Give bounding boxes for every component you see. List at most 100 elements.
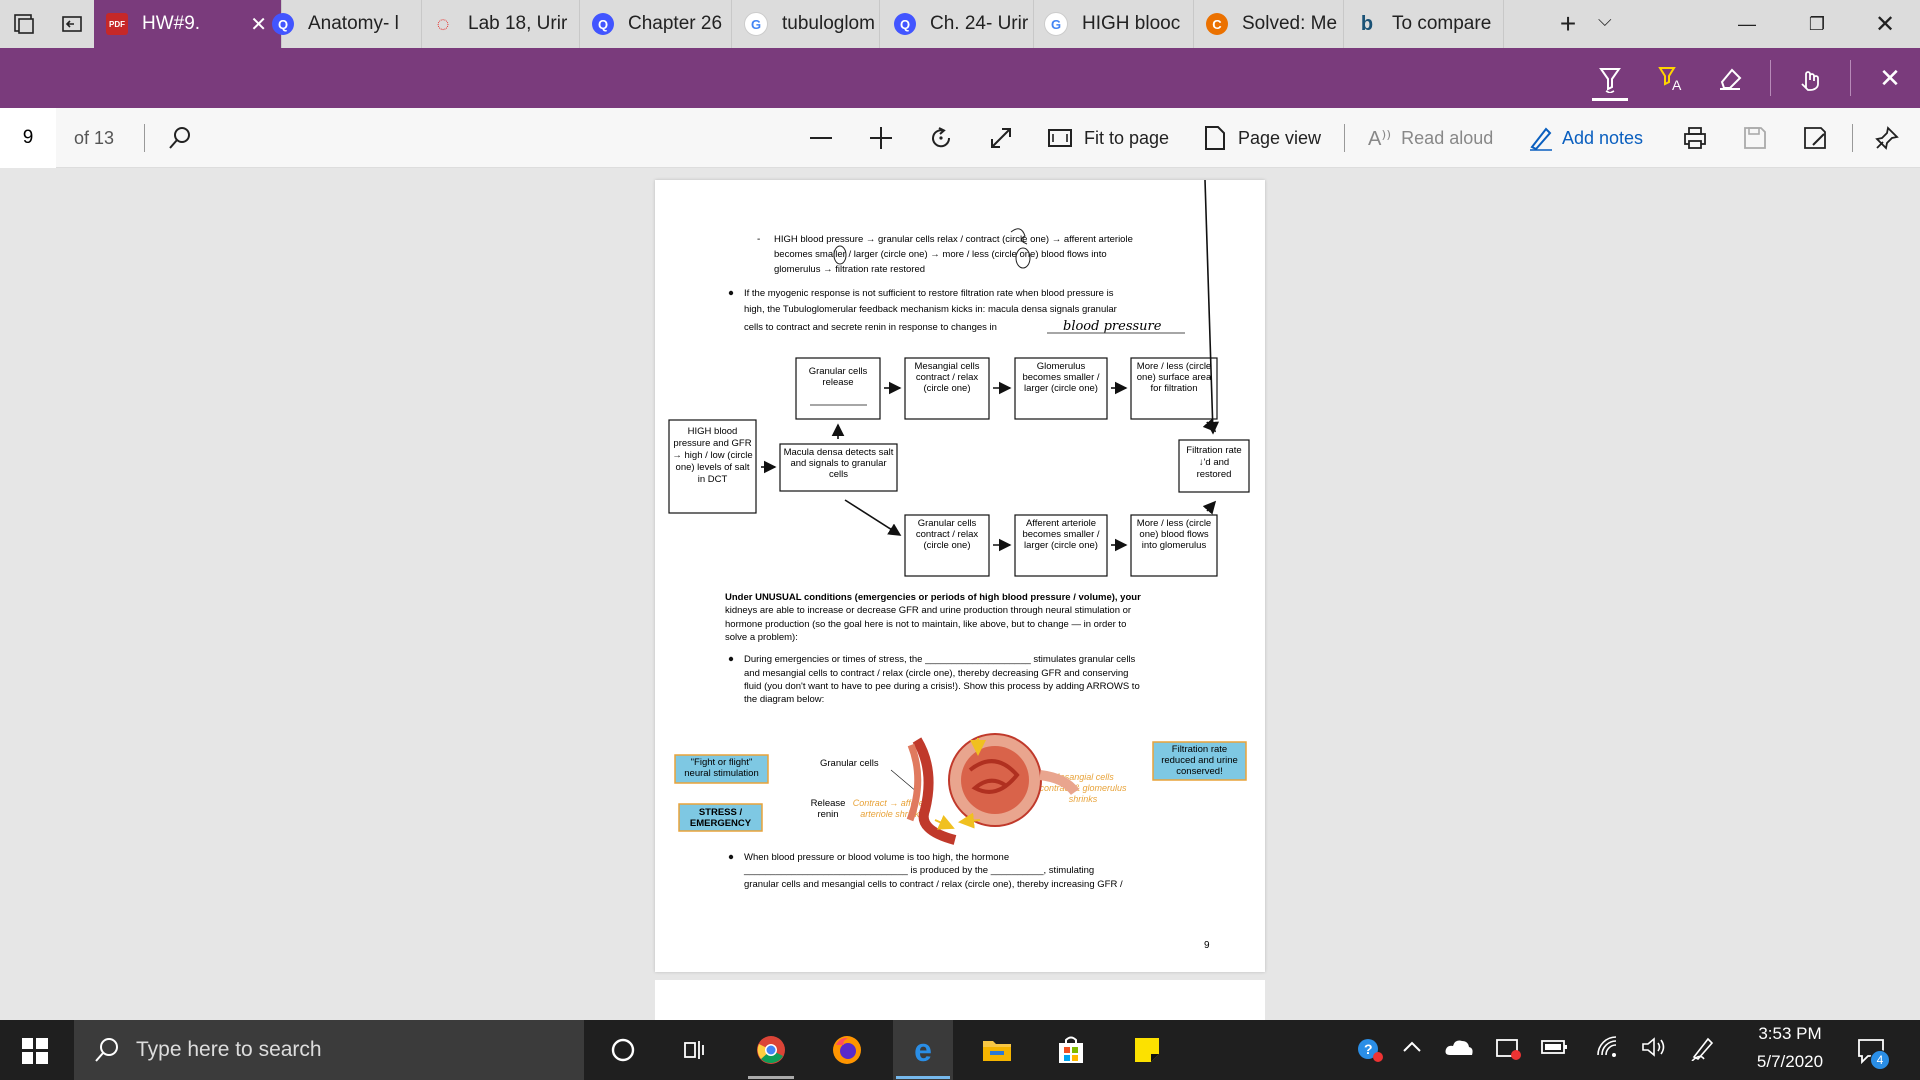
touch-writing-icon[interactable] xyxy=(1792,60,1828,96)
quizlet-icon: Q xyxy=(272,13,294,35)
handwritten-answer: blood pressure xyxy=(1063,319,1162,334)
unusual-line1: Under UNUSUAL conditions (emergencies or… xyxy=(725,592,1141,603)
tab-5[interactable]: Gtubuloglom xyxy=(732,0,880,48)
page-view-label: Page view xyxy=(1238,127,1322,148)
save-icon[interactable] xyxy=(1742,108,1768,168)
fit-to-page-button[interactable]: Fit to page xyxy=(1046,108,1169,168)
chrome-icon[interactable] xyxy=(756,1035,786,1065)
ink-toolbar: A ✕ xyxy=(0,48,1920,108)
firefox-icon[interactable] xyxy=(832,1035,862,1065)
add-notes-button[interactable]: Add notes xyxy=(1528,108,1643,168)
stress-line1: During emergencies or times of stress, t… xyxy=(744,654,1136,665)
bullet-dash: - xyxy=(757,234,760,245)
add-notes-icon xyxy=(1530,127,1552,151)
search-placeholder: Type here to search xyxy=(136,1038,322,1061)
unusual-line2: kidneys are able to increase or decrease… xyxy=(725,605,1131,616)
windows-start-icon[interactable] xyxy=(22,1038,48,1064)
highlighter-icon[interactable]: A xyxy=(1652,60,1688,96)
edge-icon[interactable]: e xyxy=(908,1032,938,1068)
stress-line4: the diagram below: xyxy=(744,694,824,705)
set-aside-tabs-icon[interactable] xyxy=(60,12,84,36)
taskbar-search-box[interactable]: Type here to search xyxy=(74,1020,584,1080)
tab-label: Chapter 26 xyxy=(628,13,723,34)
bullet2-line3: cells to contract and secrete renin in r… xyxy=(744,322,997,333)
new-tab-button[interactable]: + xyxy=(1548,8,1588,40)
fullscreen-icon[interactable] xyxy=(988,108,1014,168)
help-icon[interactable]: ? xyxy=(1356,1035,1384,1068)
restore-button[interactable]: ❐ xyxy=(1782,0,1852,48)
close-window-button[interactable]: ✕ xyxy=(1850,0,1920,48)
svg-text:?: ? xyxy=(1364,1041,1373,1057)
battery-icon[interactable] xyxy=(1540,1035,1568,1064)
pen-workspace-icon[interactable] xyxy=(1690,1035,1716,1066)
chevron-up-icon[interactable] xyxy=(1400,1035,1424,1064)
box-high-bp-text: HIGH blood pressure and GFR → high / low… xyxy=(672,426,753,485)
quizlet-icon: Q xyxy=(894,13,916,35)
zoom-out-icon[interactable] xyxy=(808,108,834,168)
bullet2-line1: If the myogenic response is not sufficie… xyxy=(744,288,1114,299)
pen-icon[interactable] xyxy=(1592,60,1628,101)
read-aloud-button[interactable]: A⁾⁾ Read aloud xyxy=(1368,108,1493,168)
bullet2-line2: high, the Tubuloglomerular feedback mech… xyxy=(744,304,1117,315)
next-pdf-page xyxy=(655,980,1265,1020)
onedrive-icon[interactable] xyxy=(1444,1035,1474,1064)
stress-emergency-text: STRESS / EMERGENCY xyxy=(689,807,752,829)
page-number-input[interactable]: 9 xyxy=(0,108,56,168)
tab-8[interactable]: C Solved: Me xyxy=(1194,0,1344,48)
device-alert-icon[interactable] xyxy=(1494,1035,1522,1068)
eraser-icon[interactable] xyxy=(1712,60,1748,96)
filtration-reduced-text: Filtration rate reduced and urine conser… xyxy=(1161,744,1238,777)
tab-label: Solved: Me xyxy=(1242,13,1338,34)
print-icon[interactable] xyxy=(1682,108,1708,168)
pdf-page: - HIGH blood pressure → granular cells r… xyxy=(655,179,1265,972)
chegg-icon: C xyxy=(1206,13,1228,35)
bullet1-line1: HIGH blood pressure → granular cells rel… xyxy=(774,234,1133,245)
tab-label: Ch. 24- Urir xyxy=(930,13,1029,34)
google-icon: G xyxy=(744,12,768,36)
search-icon xyxy=(95,1038,118,1062)
fight-flight-text: "Fight or flight" neural stimulation xyxy=(684,757,759,779)
tab-actions-icon[interactable] xyxy=(12,12,36,36)
svg-text:A: A xyxy=(1672,77,1682,92)
minimize-button[interactable]: — xyxy=(1712,0,1782,48)
tab-6[interactable]: Q Ch. 24- Urir xyxy=(882,0,1034,48)
unusual-line4: solve a problem): xyxy=(725,632,798,643)
tab-label: tubuloglom xyxy=(782,13,875,34)
pin-toolbar-icon[interactable] xyxy=(1874,108,1900,168)
hormone-line2: _______________________________ is produ… xyxy=(743,865,1094,876)
file-explorer-icon[interactable] xyxy=(982,1035,1012,1065)
rotate-icon[interactable] xyxy=(928,108,954,168)
bullet-dot xyxy=(728,656,734,662)
tab-label: Lab 18, Urir xyxy=(468,13,568,34)
tab-2[interactable]: Q Anatomy- l xyxy=(260,0,422,48)
arrow xyxy=(1202,418,1217,433)
clock-date[interactable]: 5/7/2020 xyxy=(1740,1052,1840,1072)
tab-preview-chevron-icon[interactable]: ⌵ xyxy=(1598,10,1628,40)
tab-9[interactable]: b To compare xyxy=(1344,0,1504,48)
volume-icon[interactable] xyxy=(1640,1035,1668,1064)
wifi-icon[interactable] xyxy=(1594,1035,1622,1064)
tab-1[interactable]: PDF HW#9. ✕ xyxy=(94,0,282,48)
tab-7[interactable]: G HIGH blooc xyxy=(1032,0,1194,48)
box-more-surface-text: More / less (circle one) surface area fo… xyxy=(1136,361,1212,394)
sticky-notes-icon[interactable] xyxy=(1132,1035,1162,1065)
divider xyxy=(1850,60,1851,96)
page-view-button[interactable]: Page view xyxy=(1202,108,1321,168)
close-ink-icon[interactable]: ✕ xyxy=(1872,60,1908,96)
google-icon: G xyxy=(1044,12,1068,36)
search-icon[interactable] xyxy=(166,108,194,168)
task-view-icon[interactable] xyxy=(680,1035,710,1065)
tab-3[interactable]: ◌ Lab 18, Urir xyxy=(420,0,580,48)
store-icon[interactable] xyxy=(1056,1035,1086,1065)
add-notes-label: Add notes xyxy=(1562,127,1644,148)
clock-time[interactable]: 3:53 PM xyxy=(1740,1024,1840,1044)
stress-line3: fluid (you don't want to have to pee dur… xyxy=(744,681,1140,692)
box-glomerulus-text: Glomerulus becomes smaller / larger (cir… xyxy=(1022,361,1100,394)
fit-to-page-label: Fit to page xyxy=(1084,127,1170,148)
cortana-icon[interactable] xyxy=(608,1035,638,1065)
box-afferent-text: Afferent arteriole becomes smaller / lar… xyxy=(1022,518,1100,551)
tab-4[interactable]: Q Chapter 26 xyxy=(580,0,732,48)
save-as-icon[interactable] xyxy=(1802,108,1828,168)
page-view-icon xyxy=(1205,126,1225,150)
zoom-in-icon[interactable] xyxy=(868,108,894,168)
